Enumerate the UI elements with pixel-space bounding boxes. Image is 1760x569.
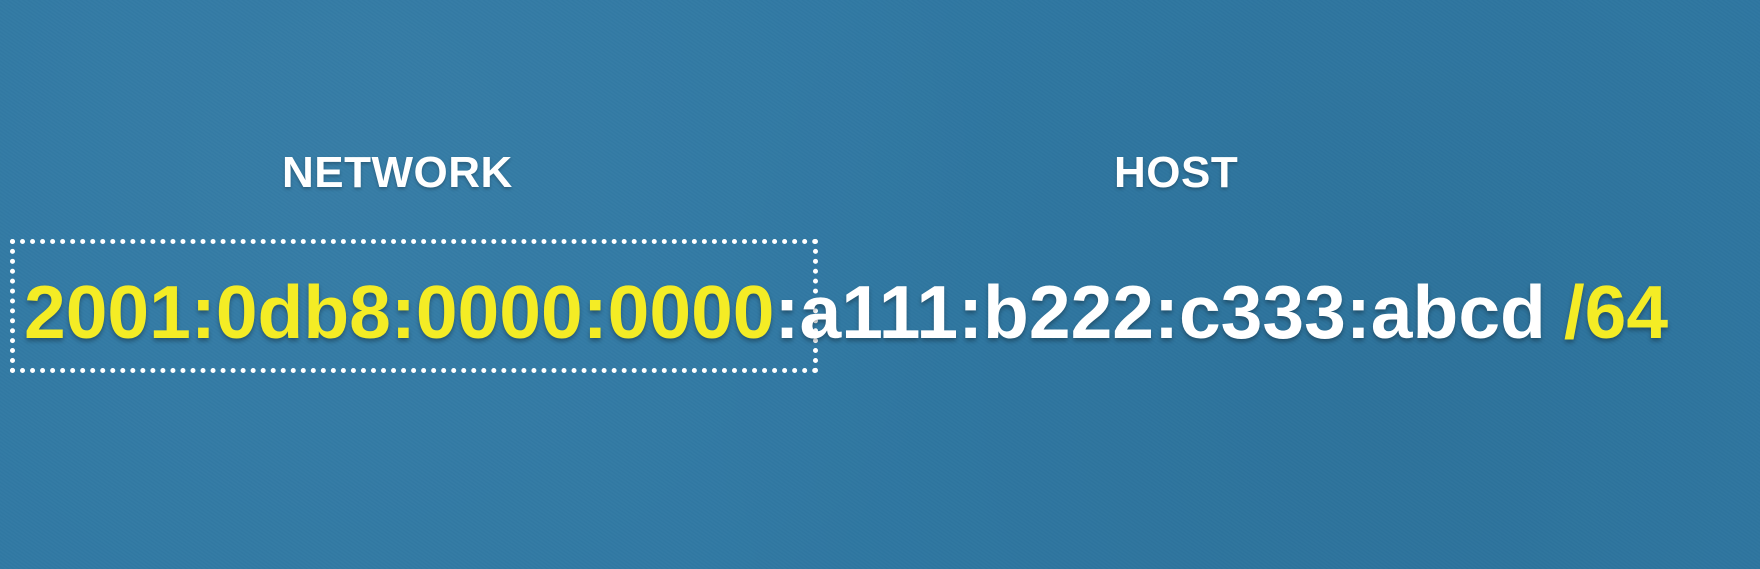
network-portion-text: 2001:0db8:0000:0000 — [24, 270, 775, 354]
network-label: NETWORK — [282, 148, 513, 197]
host-label: HOST — [1114, 148, 1239, 197]
host-portion-text: a111:b222:c333:abcd — [799, 270, 1546, 354]
prefix-length: /64 — [1563, 270, 1669, 354]
address-separator: : — [774, 270, 800, 354]
ipv6-address: 2001:0db8:0000:0000:a111:b222:c333:abcd /… — [24, 262, 1668, 362]
